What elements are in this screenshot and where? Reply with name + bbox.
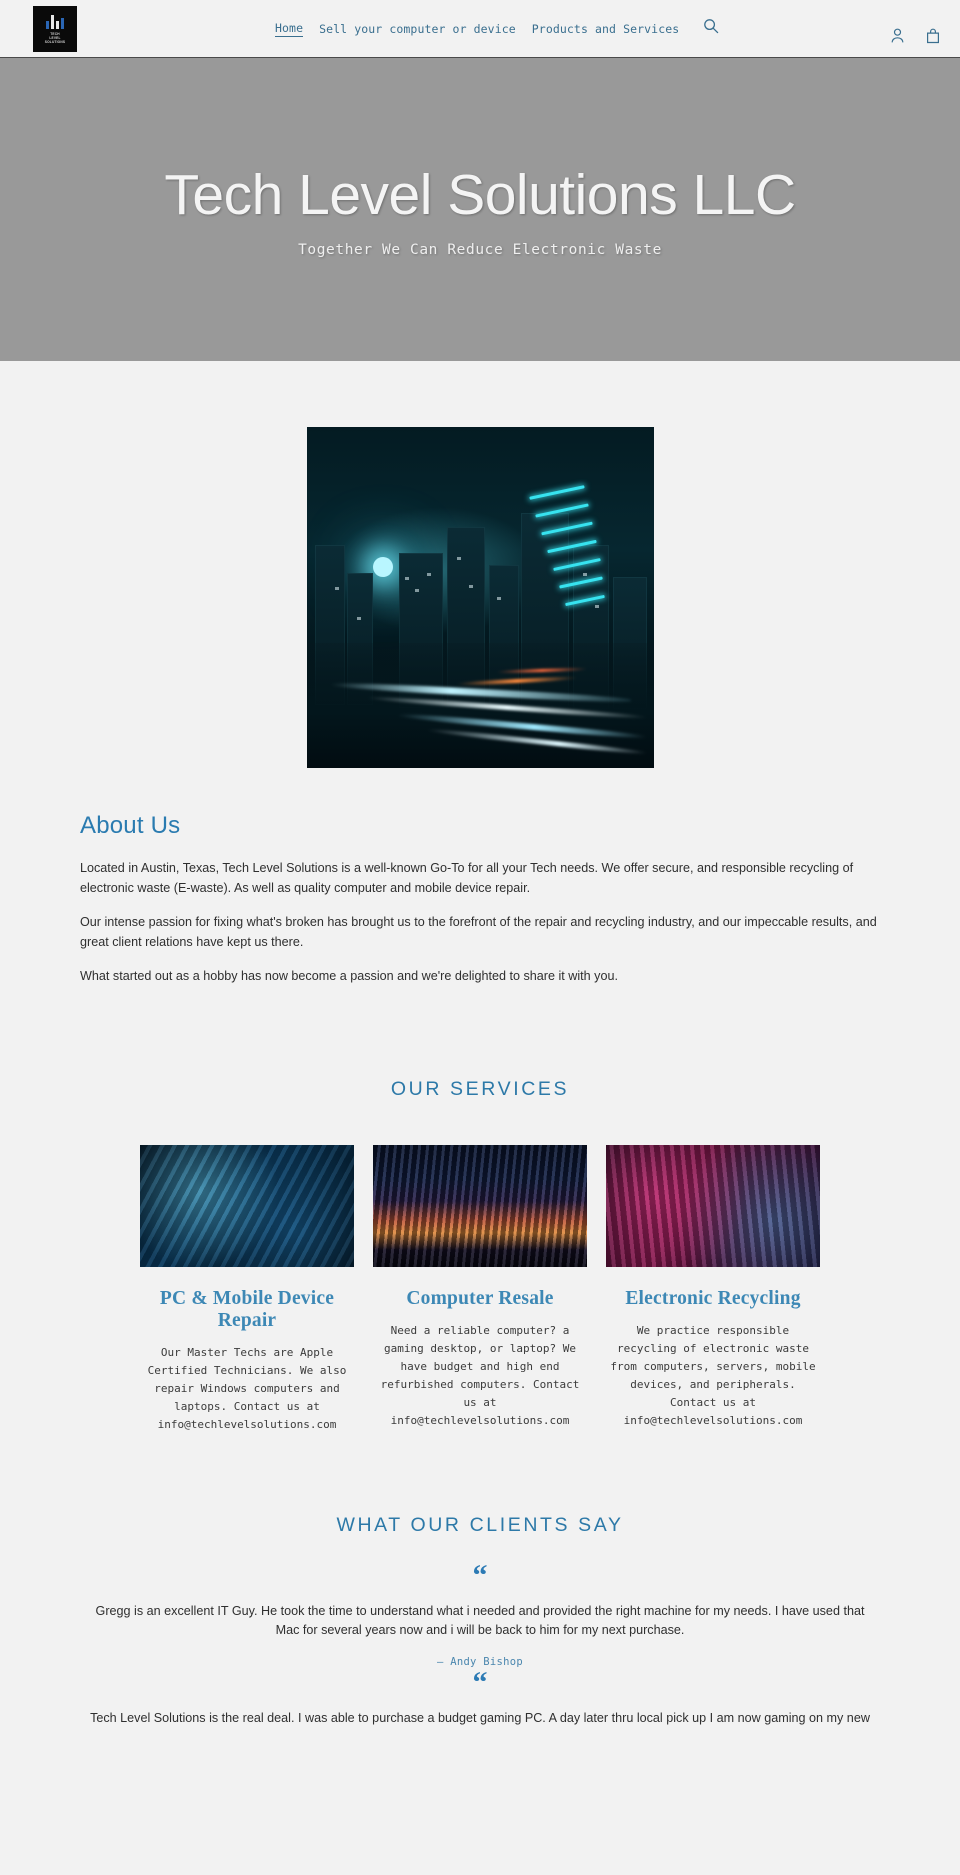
logo-line-3: SOLUTIONS [44, 40, 66, 45]
site-header: TECH LEVEL SOLUTIONS Home Sell your comp… [0, 0, 960, 58]
rgb-keyboard-photo [373, 1144, 587, 1267]
testimonial-item: “ Gregg is an excellent IT Guy. He took … [0, 1558, 960, 1668]
testimonials-section: WHAT OUR CLIENTS SAY “ Gregg is an excel… [0, 1434, 960, 1729]
circuit-board-photo [140, 1144, 354, 1267]
service-card-title: Computer Resale [406, 1287, 554, 1309]
testimonials-heading: WHAT OUR CLIENTS SAY [336, 1513, 624, 1536]
about-paragraph-3: What started out as a hobby has now beco… [80, 969, 618, 983]
about-heading: About Us [80, 812, 181, 839]
hero-subtitle: Together We Can Reduce Electronic Waste [298, 241, 662, 258]
service-card-resale[interactable]: Computer Resale Need a reliable computer… [373, 1144, 587, 1434]
service-card-title: Electronic Recycling [625, 1287, 801, 1309]
hero-banner: Tech Level Solutions LLC Together We Can… [0, 58, 960, 361]
quote-icon: “ [472, 1665, 488, 1699]
service-card-repair[interactable]: PC & Mobile Device Repair Our Master Tec… [140, 1144, 354, 1434]
testimonial-text: Gregg is an excellent IT Guy. He took th… [95, 1603, 865, 1638]
about-paragraph-2: Our intense passion for fixing what's br… [80, 915, 877, 949]
services-card-list: PC & Mobile Device Repair Our Master Tec… [80, 1144, 880, 1434]
nav-item-home[interactable]: Home [275, 21, 304, 37]
retro-computer-photo [606, 1144, 820, 1267]
feature-image-container [0, 361, 960, 768]
service-card-body: We practice responsible recycling of ele… [610, 1323, 816, 1427]
site-logo[interactable]: TECH LEVEL SOLUTIONS [33, 6, 77, 52]
main-navigation: Home Sell your computer or device Produc… [275, 18, 719, 37]
service-card-body: Our Master Techs are Apple Certified Tec… [147, 1345, 347, 1431]
nav-item-products-and-services[interactable]: Products and Services [532, 22, 680, 36]
services-heading: OUR SERVICES [390, 1077, 570, 1100]
about-section: About Us Located in Austin, Texas, Tech … [80, 768, 880, 987]
service-card-title: PC & Mobile Device Repair [159, 1287, 335, 1331]
services-section: OUR SERVICES PC & Mobile Device Repair O… [80, 1002, 880, 1434]
nav-item-sell-your-computer-or-device[interactable]: Sell your computer or device [319, 22, 516, 36]
page-content: About Us Located in Austin, Texas, Tech … [0, 361, 960, 1738]
cart-icon[interactable] [926, 28, 940, 44]
testimonial-item: “ Tech Level Solutions is the real deal.… [0, 1665, 960, 1729]
service-card-recycling[interactable]: Electronic Recycling We practice respons… [606, 1144, 820, 1434]
service-card-body: Need a reliable computer? a gaming deskt… [380, 1323, 580, 1427]
header-actions [891, 28, 940, 44]
bar-chart-icon [45, 14, 65, 29]
account-icon[interactable] [891, 28, 904, 44]
austin-skyline-photo [306, 427, 654, 768]
about-paragraph-1: Located in Austin, Texas, Tech Level Sol… [80, 861, 854, 895]
hero-title: Tech Level Solutions LLC [164, 162, 796, 227]
search-icon[interactable] [703, 18, 719, 34]
testimonial-text: Tech Level Solutions is the real deal. I… [90, 1710, 870, 1725]
quote-icon: “ [472, 1558, 488, 1592]
